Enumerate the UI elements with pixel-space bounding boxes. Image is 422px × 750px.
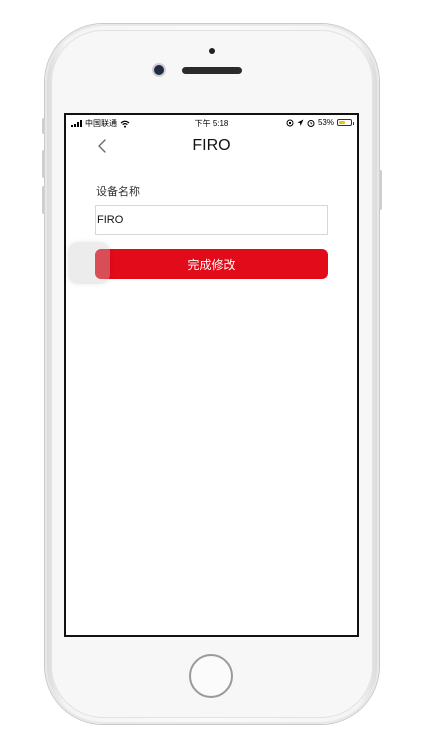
volume-up-button: [42, 150, 45, 178]
proximity-sensor: [209, 48, 215, 54]
rotation-lock-icon: [286, 119, 294, 126]
volume-down-button: [42, 186, 45, 214]
alarm-icon: [307, 119, 315, 127]
earpiece-speaker: [182, 67, 242, 74]
location-icon: [297, 119, 304, 126]
power-button: [379, 170, 382, 210]
battery-icon: [337, 119, 354, 126]
device-name-input[interactable]: [95, 205, 328, 235]
device-name-label: 设备名称: [96, 186, 140, 198]
assistive-touch-button[interactable]: [68, 242, 110, 284]
battery-percent: 53%: [317, 118, 334, 127]
silent-switch: [42, 118, 45, 134]
home-button[interactable]: [189, 654, 233, 698]
navigation-bar: FIRO: [66, 131, 357, 161]
complete-edit-button[interactable]: 完成修改: [95, 249, 328, 279]
status-right: 53%: [286, 118, 354, 127]
page-title: FIRO: [192, 137, 231, 154]
phone-screen: 中国联通 下午 5:18 53% FIRO 设备名称 FIRO 完成修改: [64, 113, 359, 637]
page: 中国联通 下午 5:18 53% FIRO 设备名称 FIRO 完成修改: [0, 0, 422, 750]
status-bar: 中国联通 下午 5:18 53%: [66, 115, 357, 131]
battery-fill: [339, 121, 345, 124]
front-camera: [154, 65, 164, 75]
